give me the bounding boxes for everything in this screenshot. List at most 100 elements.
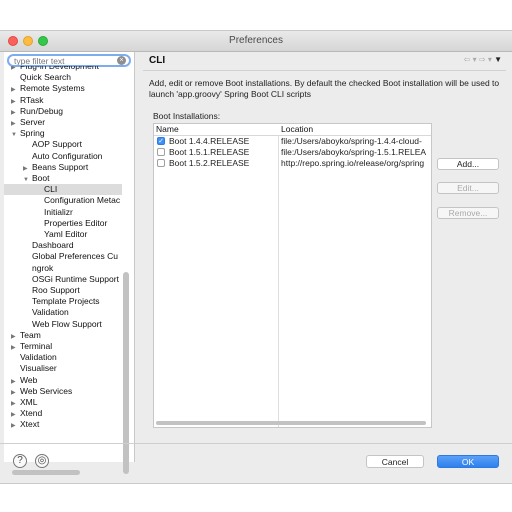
tree-item[interactable]: Template Projects xyxy=(23,296,100,307)
help-icon[interactable]: ? xyxy=(13,454,27,468)
tree-item[interactable]: ▶ Terminal xyxy=(11,341,52,352)
tree-item-label: Team xyxy=(20,329,41,340)
filter-input[interactable] xyxy=(14,56,114,65)
tree-item-label: Boot xyxy=(32,173,50,183)
back-nav-icon[interactable]: ⇦ ▾ xyxy=(464,55,477,64)
tree-item-label: Visualiser xyxy=(20,363,57,374)
table-row[interactable]: Boot 1.5.1.RELEASE file:/Users/aboyko/spr… xyxy=(154,147,431,158)
tree-item[interactable]: Initializr xyxy=(35,207,73,218)
preferences-tree: ▶ Plug-in Development Quick Search ▶ Remote … xyxy=(4,66,122,456)
tree-item[interactable]: Auto Configuration xyxy=(23,151,102,162)
cli-preference-page: CLI ⇦ ▾ ⇨ ▾ ▼ Add, edit or remove Boot i… xyxy=(139,52,512,462)
tree-item[interactable]: Dashboard xyxy=(23,240,74,251)
record-preferences-icon[interactable]: ◎ xyxy=(35,454,49,468)
column-header-location[interactable]: Location xyxy=(279,124,431,136)
tree-item[interactable]: Configuration Metac xyxy=(35,195,120,206)
tree-item-label: XML xyxy=(20,397,38,407)
add-button[interactable]: Add... xyxy=(437,158,499,170)
tree-item-label: Dashboard xyxy=(32,240,74,251)
tree-item[interactable]: ▶ Run/Debug xyxy=(11,106,63,117)
tree-item[interactable]: Properties Editor xyxy=(35,218,107,229)
installation-location: http://repo.spring.io/release/org/spring xyxy=(281,158,425,168)
tree-item-label: Plug-in Development xyxy=(20,66,99,71)
tree-item[interactable]: ▶ Beans Support xyxy=(23,162,88,173)
tree-item-label: Validation xyxy=(32,307,69,318)
tree-item[interactable]: ▶ Xtext xyxy=(11,419,39,430)
tree-item-label: Spring xyxy=(20,128,45,139)
tree-item[interactable]: ▶ Team xyxy=(11,330,41,341)
tree-item[interactable]: CLI xyxy=(4,184,122,196)
remove-button[interactable]: Remove... xyxy=(437,207,499,219)
tree-item-label: RTask xyxy=(20,94,44,105)
tree-item[interactable]: ▶ Server xyxy=(11,117,45,128)
title-divider xyxy=(143,70,506,71)
tree-item[interactable]: ▼ Boot xyxy=(23,173,50,184)
clear-filter-icon[interactable]: × xyxy=(117,56,126,65)
tree-item[interactable]: ▶ XML xyxy=(11,397,37,408)
tree-item-label: Remote Systems xyxy=(20,83,85,94)
tree-item[interactable]: ▶ Web xyxy=(11,375,37,386)
tree-horizontal-scrollbar[interactable] xyxy=(12,470,80,475)
cancel-button[interactable]: Cancel xyxy=(366,455,424,468)
tree-item-label: Run/Debug xyxy=(20,105,64,116)
table-row[interactable]: Boot 1.5.2.RELEASE http://repo.spring.io/… xyxy=(154,158,431,169)
table-row[interactable]: ✓ Boot 1.4.4.RELEASE file:/Users/aboyko/sp… xyxy=(154,136,431,147)
tree-item[interactable]: Validation xyxy=(11,352,57,363)
page-navigation: ⇦ ▾ ⇨ ▾ ▼ xyxy=(464,55,502,64)
tree-item[interactable]: Global Preferences Cu xyxy=(23,251,118,262)
installation-name: Boot 1.5.2.RELEASE xyxy=(169,158,250,168)
tree-item[interactable]: ▶ Web Services xyxy=(11,386,72,397)
tree-item[interactable]: ▶ RTask xyxy=(11,95,43,106)
tree-item-label: Xtend xyxy=(20,408,43,419)
tree-item-label: Server xyxy=(20,117,46,127)
tree-item[interactable]: AOP Support xyxy=(23,139,82,150)
tree-item-label: Web Flow Support xyxy=(32,318,102,329)
tree-item[interactable]: ▶ Plug-in Development xyxy=(11,66,99,72)
footer-divider xyxy=(0,443,512,444)
tree-item[interactable]: ngrok xyxy=(23,263,53,274)
tree-item[interactable]: ▼ Spring xyxy=(11,128,45,139)
tree-item-label: Beans Support xyxy=(32,161,89,172)
view-menu-icon[interactable]: ▼ xyxy=(494,55,502,64)
tree-item[interactable]: Web Flow Support xyxy=(23,319,102,330)
tree-item[interactable]: OSGi Runtime Support xyxy=(23,274,119,285)
tree-item[interactable]: Roo Support xyxy=(23,285,80,296)
column-header-name[interactable]: Name xyxy=(154,124,281,136)
default-installation-checkbox[interactable]: ✓ xyxy=(157,137,165,145)
tree-item[interactable]: ▶ Remote Systems xyxy=(11,83,85,94)
collapsed-arrow-icon[interactable]: ▶ xyxy=(11,421,20,432)
default-installation-checkbox[interactable] xyxy=(157,159,165,167)
tree-item-label: AOP Support xyxy=(32,139,82,150)
tree-item-label: Template Projects xyxy=(32,296,100,307)
default-installation-checkbox[interactable] xyxy=(157,148,165,156)
tree-item-label: Global Preferences Cu xyxy=(32,251,118,262)
page-title: CLI xyxy=(149,55,166,66)
ok-button[interactable]: OK xyxy=(437,455,499,468)
installation-location: file:/Users/aboyko/spring-1.4.4-cloud- xyxy=(281,136,422,146)
edit-button[interactable]: Edit... xyxy=(437,182,499,194)
table-horizontal-scrollbar[interactable] xyxy=(156,421,426,425)
tree-item[interactable]: ▶ Xtend xyxy=(11,408,42,419)
tree-item-label: Web xyxy=(20,374,38,385)
tree-item[interactable]: Validation xyxy=(23,307,69,318)
column-divider xyxy=(278,135,279,427)
tree-item[interactable]: Visualiser xyxy=(11,363,57,374)
tree-item[interactable]: Yaml Editor xyxy=(35,229,87,240)
window-title: Preferences xyxy=(229,35,283,46)
tree-item-label: Configuration Metac xyxy=(44,195,121,206)
tree-item-label: Validation xyxy=(20,352,57,363)
tree-item-label: CLI xyxy=(44,184,58,195)
forward-nav-icon[interactable]: ⇨ ▾ xyxy=(479,55,492,64)
tree-item-label: Initializr xyxy=(44,206,73,217)
page-description: Add, edit or remove Boot installations. … xyxy=(149,78,500,99)
expanded-arrow-icon[interactable]: ▼ xyxy=(11,130,20,141)
preferences-window: Preferences × ▶Plug-in DevelopmentQuick … xyxy=(0,30,512,484)
tree-item-label: Xtext xyxy=(20,419,40,430)
tree-item-label: Auto Configuration xyxy=(32,150,103,161)
boot-installations-label: Boot Installations: xyxy=(153,111,221,121)
installation-name: Boot 1.5.1.RELEASE xyxy=(169,147,250,157)
tree-item-label: Yaml Editor xyxy=(44,229,88,239)
tree-item[interactable]: Quick Search xyxy=(11,72,71,83)
tree-item-label: Roo Support xyxy=(32,285,80,295)
boot-installations-table: Name Location ✓ Boot 1.4.4.RELEASE file:/U… xyxy=(153,123,432,428)
